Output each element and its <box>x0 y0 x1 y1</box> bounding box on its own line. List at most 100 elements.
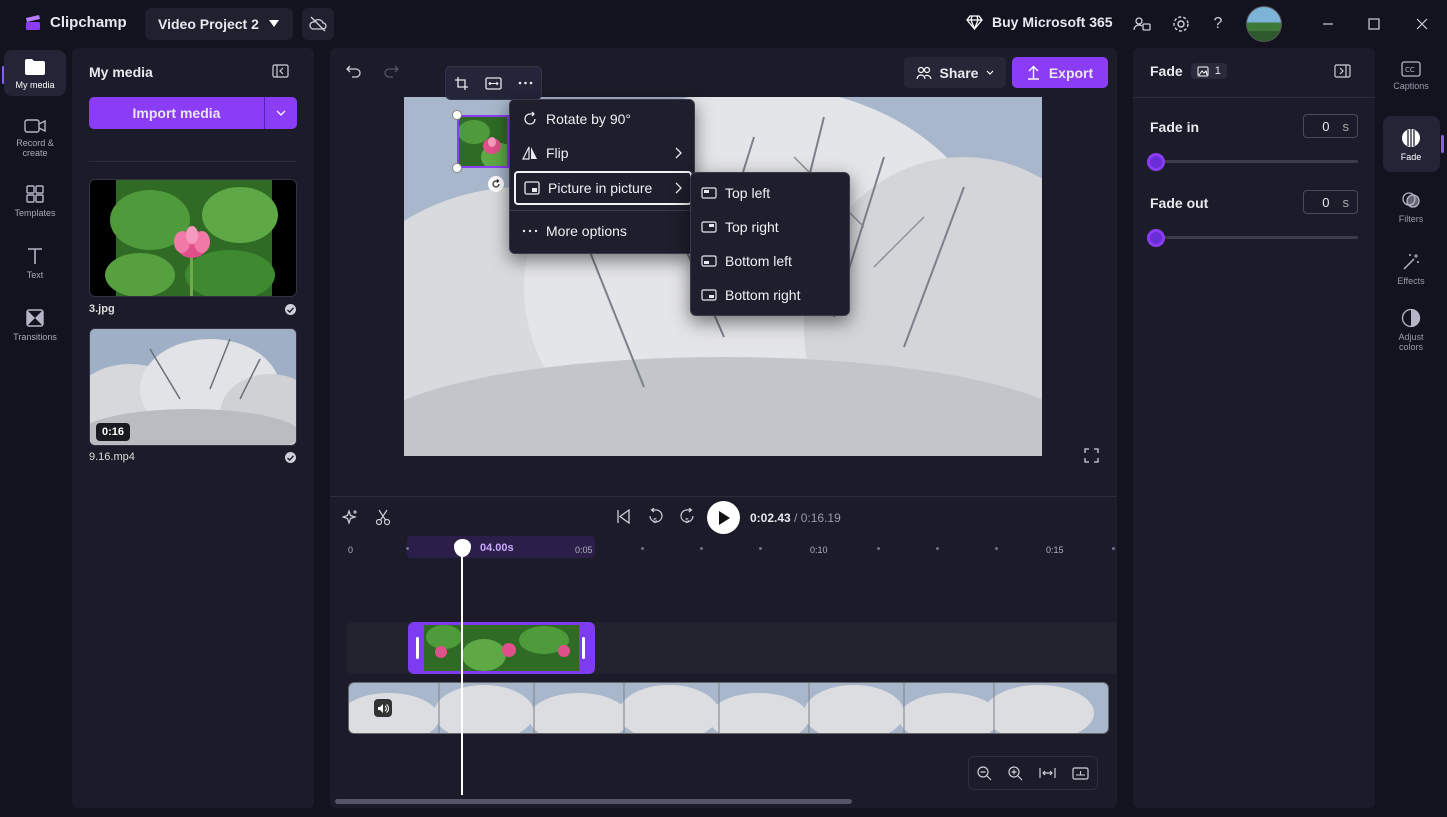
picture-in-picture-icon <box>524 181 540 195</box>
undo-button[interactable] <box>346 64 362 78</box>
export-button[interactable]: Export <box>1012 57 1108 88</box>
fit-timeline-button[interactable] <box>1039 767 1056 779</box>
templates-icon <box>26 185 44 203</box>
media-item-name: 9.16.mp4 <box>89 451 135 463</box>
rail-item-record-create[interactable]: Record & create <box>4 118 66 158</box>
menu-item-flip[interactable]: Flip <box>514 138 690 168</box>
playhead-line[interactable] <box>461 550 463 795</box>
maximize-icon <box>1368 18 1380 30</box>
resize-handle[interactable] <box>452 110 462 120</box>
svg-text:5: 5 <box>653 517 657 525</box>
buy-label: Buy Microsoft 365 <box>992 14 1113 30</box>
fade-out-input[interactable]: 0 s <box>1303 190 1358 214</box>
forward-5s-button[interactable]: 5 <box>679 508 696 526</box>
media-item-thumbnail[interactable] <box>89 179 297 297</box>
minimize-button[interactable] <box>1318 14 1338 34</box>
submenu-item-bottom-right[interactable]: Bottom right <box>701 281 800 309</box>
rail-item-my-media[interactable]: My media <box>4 50 66 96</box>
project-title-dropdown[interactable]: Video Project 2 <box>145 8 293 40</box>
menu-item-label: Rotate by 90° <box>546 111 631 127</box>
fade-in-input[interactable]: 0 s <box>1303 114 1358 138</box>
fade-in-slider-thumb[interactable] <box>1147 153 1165 171</box>
filters-icon <box>1402 192 1420 208</box>
close-window-button[interactable] <box>1412 14 1432 34</box>
menu-item-label: Picture in picture <box>548 180 653 196</box>
zoom-out-button[interactable] <box>977 765 992 781</box>
play-button[interactable] <box>707 501 740 534</box>
split-button[interactable] <box>375 509 391 526</box>
rotate-icon <box>524 111 536 125</box>
fade-properties-panel: Fade 1 Fade in 0 s Fade out 0 s <box>1133 48 1375 808</box>
collapse-panel-icon <box>1334 64 1351 78</box>
fit-button[interactable] <box>485 76 502 90</box>
menu-item-rotate[interactable]: Rotate by 90° <box>514 104 631 134</box>
share-label: Share <box>939 64 979 81</box>
rail-item-adjust-colors[interactable]: Adjust colors <box>1385 308 1437 352</box>
fade-in-slider-track[interactable] <box>1147 160 1358 163</box>
ruler-label: 0 <box>348 545 354 555</box>
rail-item-text[interactable]: Text <box>4 246 66 280</box>
fade-out-slider-track[interactable] <box>1147 236 1358 239</box>
clip-duration-label: 04.00s <box>476 538 518 557</box>
rail-item-fade[interactable]: Fade <box>1385 128 1437 162</box>
rail-item-templates[interactable]: Templates <box>4 184 66 218</box>
ruler-tick <box>995 547 998 550</box>
submenu-item-top-right[interactable]: Top right <box>701 213 779 241</box>
ruler-label: 0:15 <box>1046 545 1064 555</box>
rail-item-filters[interactable]: Filters <box>1385 190 1437 224</box>
help-button[interactable]: ? <box>1208 14 1228 34</box>
submenu-item-bottom-left[interactable]: Bottom left <box>701 247 792 275</box>
text-icon <box>28 248 42 264</box>
zoom-in-button[interactable] <box>1008 765 1023 781</box>
share-button[interactable]: Share <box>904 57 1006 88</box>
ruler-tick <box>1112 547 1115 550</box>
trim-handle-left[interactable] <box>416 637 419 659</box>
fade-out-slider-thumb[interactable] <box>1147 229 1165 247</box>
rail-item-captions[interactable]: CC Captions <box>1385 61 1437 91</box>
cloud-sync-button[interactable] <box>302 8 334 40</box>
import-media-button[interactable]: Import media <box>89 97 264 129</box>
media-item-thumbnail[interactable]: 0:16 <box>89 328 297 446</box>
collapse-panel-button[interactable] <box>272 64 289 78</box>
rewind-5s-button[interactable]: 5 <box>647 508 664 526</box>
selected-clips-badge: 1 <box>1190 63 1227 79</box>
skip-to-start-button[interactable] <box>616 509 631 524</box>
rail-item-effects[interactable]: Effects <box>1385 252 1437 286</box>
magic-wand-icon <box>1403 254 1419 270</box>
upload-icon <box>1027 65 1039 80</box>
submenu-item-top-left[interactable]: Top left <box>701 179 770 207</box>
settings-button[interactable] <box>1171 14 1191 34</box>
playback-time: 0:02.43 / 0:16.19 <box>750 511 841 525</box>
overlay-clip[interactable] <box>408 622 595 674</box>
collapse-properties-button[interactable] <box>1334 64 1351 78</box>
more-options-button[interactable] <box>518 81 533 85</box>
magic-tools-button[interactable] <box>342 509 359 526</box>
rewind-5-icon: 5 <box>649 508 663 525</box>
buy-microsoft-365-button[interactable]: Buy Microsoft 365 <box>966 14 1113 30</box>
trim-handle-right[interactable] <box>582 637 585 659</box>
menu-item-more-options[interactable]: More options <box>514 216 627 246</box>
pip-bottom-right-icon <box>701 289 717 301</box>
resize-handle[interactable] <box>452 163 462 173</box>
redo-button[interactable] <box>383 64 399 78</box>
timeline-scrollbar[interactable] <box>335 799 852 804</box>
fade-out-value: 0 <box>1322 194 1330 210</box>
rotate-handle[interactable] <box>488 176 504 192</box>
import-options-dropdown[interactable] <box>264 97 297 129</box>
fit-width-icon <box>1039 768 1056 778</box>
crop-button[interactable] <box>454 76 469 91</box>
audio-toggle-button[interactable] <box>374 699 392 717</box>
maximize-button[interactable] <box>1364 14 1384 34</box>
fullscreen-button[interactable] <box>1084 448 1099 463</box>
fade-out-label: Fade out <box>1150 195 1209 211</box>
scissors-icon <box>375 509 391 526</box>
avatar[interactable] <box>1246 6 1282 42</box>
blossom-filmstrip <box>349 683 1108 733</box>
timeline-layout-button[interactable] <box>1072 766 1089 780</box>
ruler-tick <box>877 547 880 550</box>
rail-item-transitions[interactable]: Transitions <box>4 308 66 342</box>
app-name: Clipchamp <box>50 13 127 31</box>
share-feedback-button[interactable] <box>1132 14 1152 34</box>
pip-overlay-clip[interactable] <box>457 115 509 168</box>
menu-item-picture-in-picture[interactable]: Picture in picture <box>514 171 692 205</box>
